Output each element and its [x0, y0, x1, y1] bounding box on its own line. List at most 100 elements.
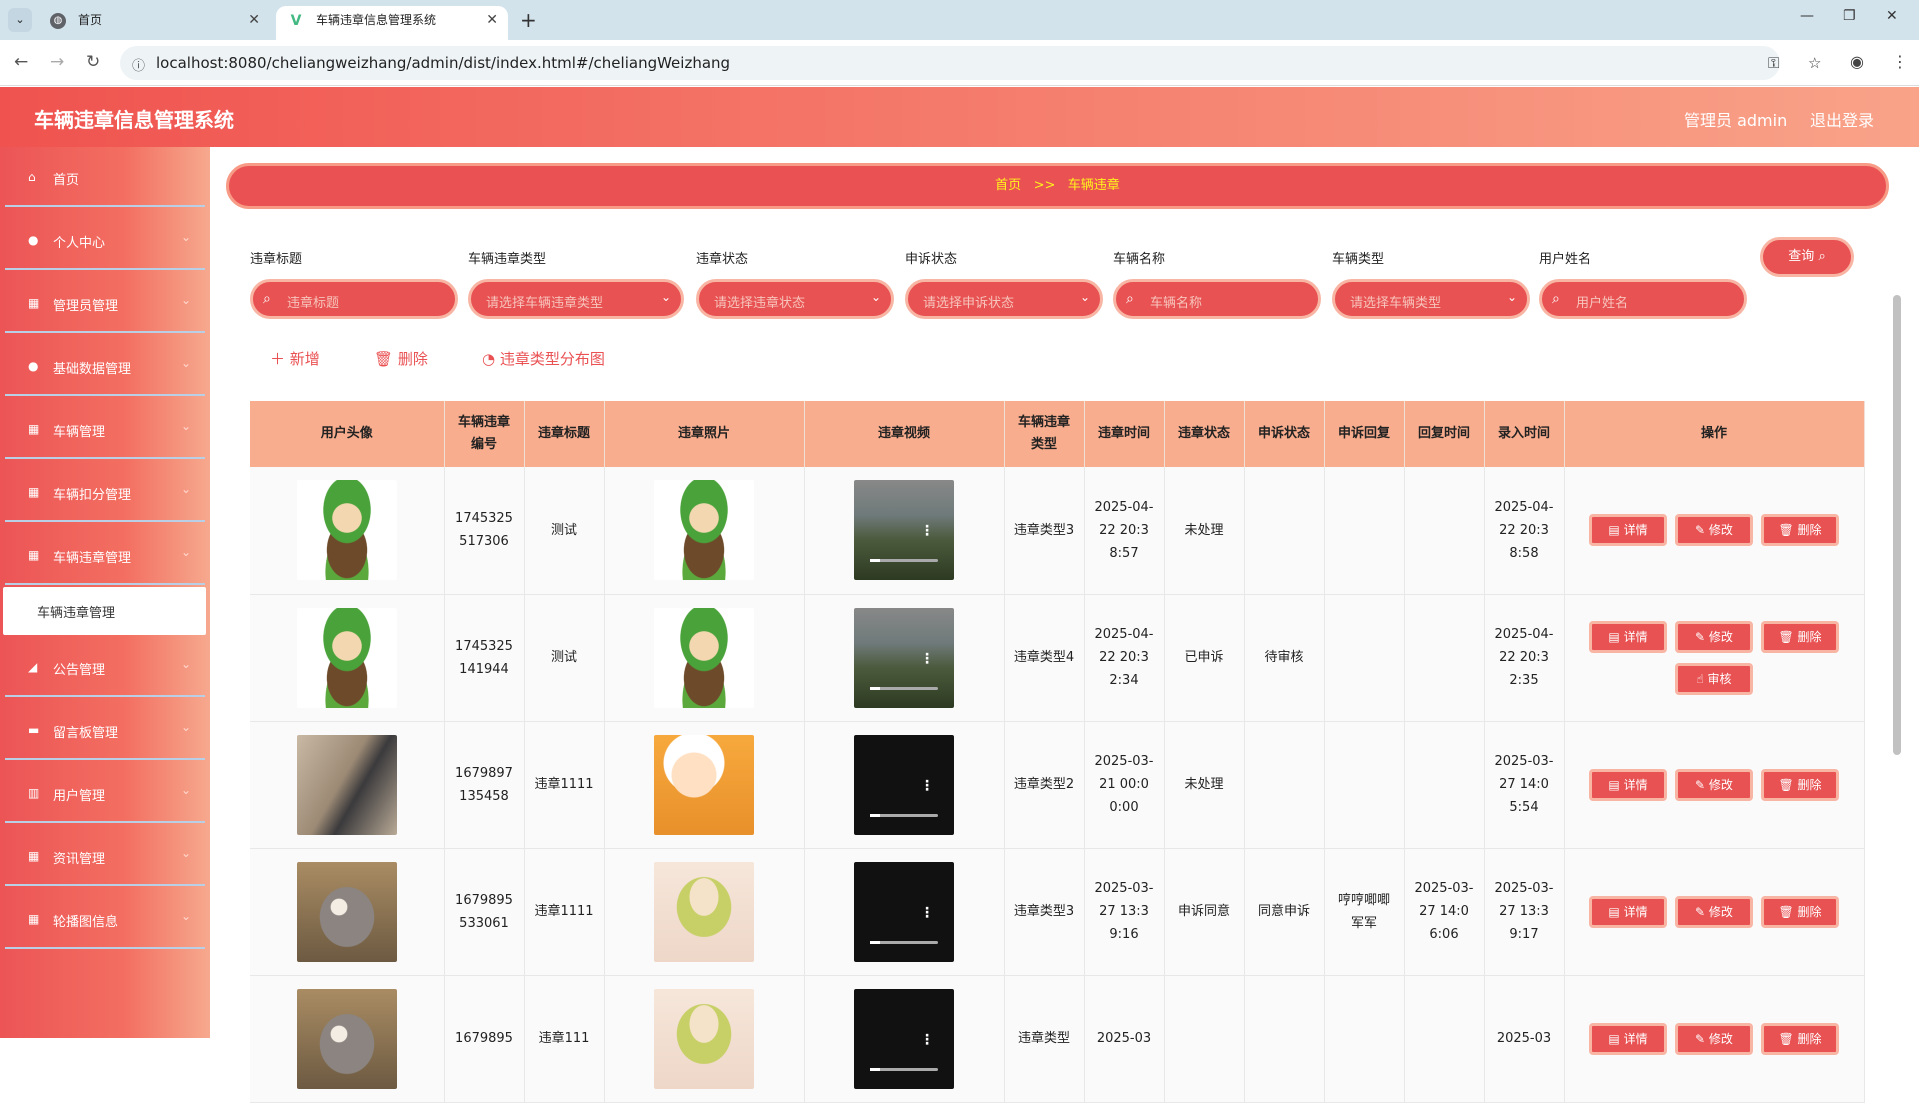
select-appeal-status[interactable]: 请选择申诉状态 ⌄	[905, 279, 1103, 319]
user-avatar[interactable]	[296, 607, 397, 708]
video-progress[interactable]	[870, 559, 938, 563]
search-input-vehicle-name[interactable]: ⌕ 车辆名称	[1113, 279, 1321, 319]
forward-icon[interactable]: →	[50, 52, 64, 72]
tab-close-icon[interactable]: ✕	[486, 6, 498, 34]
trash-icon: 🗑	[1778, 523, 1798, 538]
delete-row-button[interactable]: 🗑 删除	[1761, 768, 1839, 801]
chart-button[interactable]: ◔ 违章类型分布图	[482, 348, 605, 369]
sidebar-item-basedata[interactable]: ● 基础数据管理 ⌄	[5, 336, 205, 396]
user-avatar[interactable]	[296, 861, 397, 962]
menu-dots-icon[interactable]: ⋮	[1892, 52, 1908, 71]
sidebar-item-violations[interactable]: ▦ 车辆违章管理 ⌄	[5, 525, 205, 585]
detail-button[interactable]: ▤ 详情	[1589, 514, 1667, 547]
violation-photo[interactable]	[654, 607, 754, 708]
detail-button[interactable]: ▤ 详情	[1589, 1022, 1667, 1055]
logout-link[interactable]: 退出登录	[1810, 107, 1874, 131]
edit-button[interactable]: ✎ 修改	[1675, 514, 1753, 547]
violation-video[interactable]: ⋮	[854, 861, 954, 962]
detail-button[interactable]: ▤ 详情	[1589, 768, 1667, 801]
sidebar-item-users[interactable]: ▥ 用户管理 ⌄	[5, 763, 205, 823]
chevron-down-icon: ⌄	[180, 909, 191, 923]
close-window-icon[interactable]: ✕	[1886, 8, 1898, 24]
edit-button[interactable]: ✎ 修改	[1675, 768, 1753, 801]
key-icon[interactable]: ⚿	[1768, 54, 1779, 72]
violation-video[interactable]: ⋮	[854, 988, 954, 1089]
delete-row-button[interactable]: 🗑 删除	[1761, 514, 1839, 547]
violation-photo[interactable]	[654, 861, 754, 962]
search-input-user-name[interactable]: ⌕ 用户姓名	[1539, 279, 1747, 319]
cell-photo	[604, 848, 805, 976]
user-avatar[interactable]	[296, 480, 397, 581]
video-menu-icon[interactable]: ⋮	[920, 652, 934, 666]
violation-title: 违章1111	[534, 904, 594, 919]
video-menu-icon[interactable]: ⋮	[920, 524, 934, 538]
profile-icon[interactable]: ◉	[1850, 52, 1864, 71]
bookmark-star-icon[interactable]: ☆	[1808, 54, 1821, 72]
sidebar-item-deductions[interactable]: ▦ 车辆扣分管理 ⌄	[5, 462, 205, 522]
violation-photo[interactable]	[654, 734, 754, 835]
detail-button[interactable]: ▤ 详情	[1589, 895, 1667, 928]
cell-video: ⋮	[804, 848, 1005, 976]
new-tab-button[interactable]: +	[520, 8, 537, 32]
delete-button[interactable]: 🗑 删除	[374, 348, 428, 369]
violation-photo[interactable]	[654, 988, 754, 1089]
edit-button[interactable]: ✎ 修改	[1675, 895, 1753, 928]
video-menu-icon[interactable]: ⋮	[920, 779, 934, 793]
audit-button[interactable]: ☝ 审核	[1675, 662, 1753, 695]
browser-tab-active[interactable]: V 车辆违章信息管理系统 ✕	[276, 6, 508, 40]
sidebar-item-personal[interactable]: ● 个人中心 ⌄	[5, 210, 205, 270]
violation-photo[interactable]	[654, 480, 754, 581]
cell-reply-time	[1404, 467, 1485, 595]
sidebar-item-carousel[interactable]: ▦ 轮播图信息 ⌄	[5, 889, 205, 949]
sidebar-item-vehicles[interactable]: ▦ 车辆管理 ⌄	[5, 399, 205, 459]
site-info-icon[interactable]: ⓘ	[132, 55, 145, 74]
video-menu-icon[interactable]: ⋮	[920, 906, 934, 920]
back-icon[interactable]: ←	[14, 52, 28, 72]
vertical-scrollbar[interactable]	[1893, 295, 1901, 755]
breadcrumb-home[interactable]: 首页	[995, 178, 1021, 193]
add-button[interactable]: ＋ 新增	[270, 348, 320, 369]
edit-label: 修改	[1708, 1031, 1733, 1046]
edit-button[interactable]: ✎ 修改	[1675, 620, 1753, 653]
video-progress[interactable]	[870, 1067, 938, 1071]
sidebar-item-news[interactable]: ▦ 资讯管理 ⌄	[5, 826, 205, 886]
reload-icon[interactable]: ↻	[86, 52, 100, 72]
search-input-title[interactable]: ⌕ 违章标题	[250, 279, 458, 319]
sidebar-item-notices[interactable]: ◢ 公告管理 ⌄	[5, 637, 205, 697]
edit-label: 修改	[1708, 523, 1733, 538]
violation-status: 未处理	[1184, 777, 1224, 792]
grid-icon: ▦	[28, 548, 40, 562]
cell-time: 2025-03-27 13:39:16	[1084, 848, 1165, 976]
delete-row-button[interactable]: 🗑 删除	[1761, 895, 1839, 928]
query-button[interactable]: 查询 ⌕	[1760, 237, 1854, 277]
sidebar-subitem-violations[interactable]: 车辆违章管理	[3, 587, 206, 635]
tab-search-button[interactable]: ⌄	[8, 8, 32, 32]
user-avatar[interactable]	[296, 988, 397, 1089]
browser-tab-home[interactable]: ◍ 首页 ✕	[38, 6, 270, 40]
delete-row-button[interactable]: 🗑 删除	[1761, 620, 1839, 653]
sidebar-item-messages[interactable]: ▬ 留言板管理 ⌄	[5, 700, 205, 760]
violation-video[interactable]: ⋮	[854, 480, 954, 581]
violation-video[interactable]: ⋮	[854, 607, 954, 708]
tab-close-icon[interactable]: ✕	[248, 6, 260, 34]
sidebar: ⌂ 首页 ● 个人中心 ⌄ ▦ 管理员管理 ⌄ ● 基础数据管理 ⌄ ▦ 车辆管…	[0, 147, 210, 1038]
violation-video[interactable]: ⋮	[854, 734, 954, 835]
video-progress[interactable]	[870, 813, 938, 817]
sidebar-item-home[interactable]: ⌂ 首页	[5, 147, 205, 207]
select-violation-status[interactable]: 请选择违章状态 ⌄	[696, 279, 894, 319]
sidebar-item-admins[interactable]: ▦ 管理员管理 ⌄	[5, 273, 205, 333]
select-vehicle-type[interactable]: 请选择车辆类型 ⌄	[1332, 279, 1530, 319]
video-progress[interactable]	[870, 940, 938, 944]
select-violation-type[interactable]: 请选择车辆违章类型 ⌄	[468, 279, 684, 319]
url-field[interactable]: ⓘ localhost:8080/cheliangweizhang/admin/…	[120, 46, 1821, 80]
user-avatar[interactable]	[296, 734, 397, 835]
delete-row-button[interactable]: 🗑 删除	[1761, 1022, 1839, 1055]
cell-number: 1679895	[444, 975, 525, 1103]
video-progress[interactable]	[870, 686, 938, 690]
minimize-icon[interactable]: —	[1800, 8, 1814, 24]
edit-button[interactable]: ✎ 修改	[1675, 1022, 1753, 1055]
detail-button[interactable]: ▤ 详情	[1589, 620, 1667, 653]
cell-entry-time: 2025-03	[1484, 975, 1565, 1103]
video-menu-icon[interactable]: ⋮	[920, 1033, 934, 1047]
restore-icon[interactable]: ❐	[1843, 8, 1856, 24]
